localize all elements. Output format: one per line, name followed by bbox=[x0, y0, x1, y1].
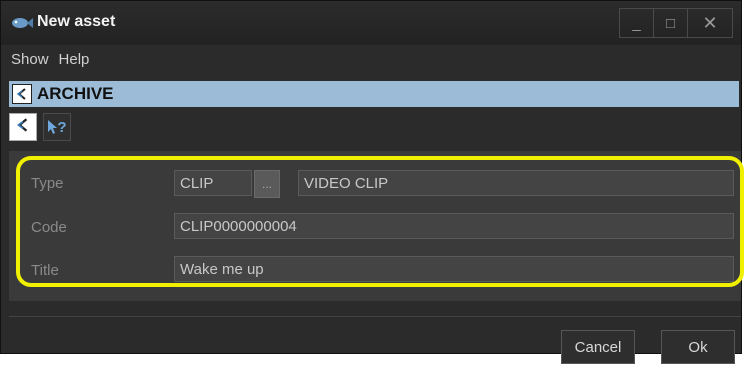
help-pointer-icon: ? bbox=[47, 119, 67, 136]
window-controls: _ □ ✕ bbox=[619, 8, 733, 38]
dialog-window: New asset _ □ ✕ Show Help ARCHIVE ? Type… bbox=[0, 0, 744, 364]
window-title: New asset bbox=[37, 13, 116, 30]
archive-icon bbox=[12, 84, 32, 104]
title-bar[interactable]: New asset _ □ ✕ bbox=[1, 1, 741, 45]
minimize-button[interactable]: _ bbox=[620, 9, 654, 37]
archive-icon bbox=[15, 117, 31, 138]
archive-toolbar-button[interactable] bbox=[9, 113, 37, 141]
maximize-button[interactable]: □ bbox=[654, 9, 688, 37]
ok-button[interactable]: Ok bbox=[661, 330, 735, 364]
cancel-button[interactable]: Cancel bbox=[561, 330, 635, 364]
toolbar: ? bbox=[9, 111, 71, 143]
highlight-annotation bbox=[16, 156, 744, 287]
breadcrumb[interactable]: ARCHIVE bbox=[9, 81, 739, 107]
close-button[interactable]: ✕ bbox=[688, 9, 732, 37]
menu-show[interactable]: Show bbox=[11, 51, 49, 75]
menu-bar: Show Help bbox=[1, 51, 89, 75]
help-pointer-button[interactable]: ? bbox=[43, 113, 71, 141]
menu-help[interactable]: Help bbox=[59, 51, 90, 75]
breadcrumb-label: ARCHIVE bbox=[37, 84, 114, 103]
fish-app-icon bbox=[12, 18, 33, 28]
divider bbox=[9, 316, 741, 317]
